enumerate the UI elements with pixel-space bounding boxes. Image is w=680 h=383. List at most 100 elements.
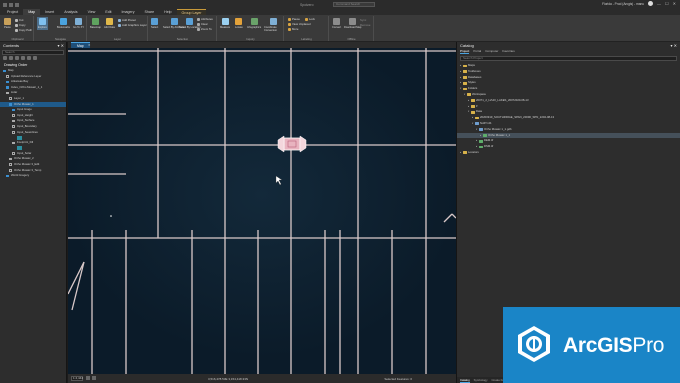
contents-pane-controls[interactable]: ▾ ✕ <box>58 42 64 49</box>
attributes-icon <box>197 17 200 21</box>
zoom-to-selection-button[interactable]: Zoom To <box>197 27 212 31</box>
list-by-selection-icon[interactable] <box>15 56 19 60</box>
copy-path-icon <box>15 28 18 32</box>
contents-search-input[interactable]: Search <box>2 50 64 55</box>
catalog-item[interactable]: ▸ Locators <box>457 150 680 156</box>
window-title: Spotzero <box>300 2 314 7</box>
selected-features-count[interactable]: Selected Features: 0 <box>384 377 412 381</box>
catalog-tree: ▸ Maps ▸ Toolboxes ▸ Databases ▸ Styles ▾ Folders… <box>457 63 680 156</box>
basemap-button[interactable]: Basemap <box>90 18 101 29</box>
add-graphics-layer-button[interactable]: Add Graphics Layer <box>118 23 147 27</box>
navigate-group: Explore Bookmarks Go To XY Navigate <box>35 16 87 41</box>
copy-button[interactable]: Copy <box>15 23 26 27</box>
more-labeling-button[interactable]: More <box>288 27 298 31</box>
add-data-button[interactable]: Add Data <box>104 18 115 29</box>
layer-visibility-checkbox[interactable] <box>12 131 15 134</box>
go-to-xy-button[interactable]: Go To XY <box>73 18 84 29</box>
layer-visibility-checkbox[interactable] <box>12 141 15 145</box>
layer-visibility-checkbox[interactable] <box>6 75 9 78</box>
signed-in-user[interactable]: Florida - Prod (Arcgis) - manu <box>602 2 644 6</box>
select-button[interactable]: Select <box>151 18 158 29</box>
explore-button[interactable]: Explore <box>37 17 48 30</box>
attributes-button[interactable]: Attributes <box>197 17 213 21</box>
remove-button[interactable]: Remove <box>360 23 370 27</box>
contents-title: Contents <box>3 43 20 48</box>
layer-visibility-checkbox[interactable] <box>9 163 12 166</box>
save-icon[interactable] <box>3 2 7 7</box>
map-canvas[interactable] <box>68 48 456 374</box>
map-status-bar: 1:4,444 3,516,478.53E 3,154,418.33N Sele… <box>68 374 456 383</box>
pause-labeling-button[interactable]: Pause <box>288 17 300 21</box>
select-by-attributes-icon <box>170 18 178 25</box>
navigate-caption: Navigate <box>54 37 67 41</box>
layer-visibility-checkbox[interactable] <box>12 108 15 112</box>
list-by-data-source-icon[interactable] <box>9 56 13 60</box>
layer-visibility-checkbox[interactable] <box>12 114 15 117</box>
measure-button[interactable]: Measure <box>220 18 230 29</box>
redo-icon[interactable] <box>15 2 19 7</box>
layer-visibility-checkbox[interactable] <box>6 174 9 178</box>
catalog-tab-computer[interactable]: Computer <box>485 49 498 54</box>
layer-visibility-checkbox[interactable] <box>12 125 15 129</box>
layer-visibility-checkbox[interactable] <box>6 80 9 84</box>
ortho-mosaic-footprint[interactable] <box>277 135 307 153</box>
layer-visibility-checkbox[interactable] <box>12 152 15 155</box>
close-button[interactable]: ✕ <box>673 1 676 6</box>
refresh-icon[interactable] <box>92 376 96 380</box>
coordinate-conversion-button[interactable]: Coordinate Conversion <box>264 18 283 32</box>
layer-visibility-checkbox[interactable] <box>9 97 12 101</box>
paste-button[interactable]: Paste <box>4 18 11 29</box>
copy-path-button[interactable]: Copy Path <box>15 28 32 32</box>
layer-visibility-checkbox[interactable] <box>9 157 12 161</box>
layer-caption: Layer <box>114 37 121 41</box>
list-by-editing-icon[interactable] <box>21 56 25 60</box>
lock-labeling-button[interactable]: Lock <box>305 17 315 21</box>
command-search-input[interactable]: Command Search <box>333 2 375 7</box>
undo-icon[interactable] <box>9 2 13 7</box>
help-icon[interactable] <box>648 1 654 6</box>
minimize-button[interactable]: — <box>657 1 661 6</box>
layer-visibility-checkbox[interactable] <box>9 169 12 172</box>
clear-icon <box>197 22 200 26</box>
infographics-button[interactable]: Infographics <box>247 18 261 29</box>
layer-visibility-checkbox[interactable] <box>6 86 9 89</box>
clear-selection-button[interactable]: Clear <box>197 22 208 26</box>
catalog-tab-project[interactable]: Project <box>460 49 470 54</box>
catalog-header: Catalog ▾ ✕ <box>457 42 680 49</box>
selection-group: Select Select By Attributes Select By Lo… <box>149 16 217 41</box>
catalog-title: Catalog <box>460 43 474 48</box>
list-by-labeling-icon[interactable] <box>33 56 37 60</box>
catalog-pane-controls[interactable]: ▾ ✕ <box>671 42 677 49</box>
view-unplaced-button[interactable]: View Unplaced <box>288 22 311 26</box>
expand-arrow-icon[interactable]: ▸ <box>460 150 461 156</box>
convert-button[interactable]: Convert <box>332 18 341 29</box>
locate-button[interactable]: Locate <box>235 18 243 29</box>
add-preset-button[interactable]: Add Preset <box>118 18 136 22</box>
layer-item[interactable]: World Imagery <box>0 173 66 179</box>
bottom-tab-catalog[interactable]: Catalog <box>460 377 470 383</box>
catalog-tab-favorites[interactable]: Favorites <box>502 49 514 54</box>
select-icon <box>151 18 159 25</box>
catalog-tab-portal[interactable]: Portal <box>473 49 481 54</box>
sync-button[interactable]: Sync <box>360 18 366 22</box>
cut-button[interactable]: Cut <box>15 18 23 22</box>
catalog-search-input[interactable]: Search Project <box>460 56 677 61</box>
layer-visibility-checkbox[interactable] <box>6 91 9 95</box>
maximize-button[interactable]: ☐ <box>665 1 669 6</box>
list-by-drawing-order-icon[interactable] <box>3 56 7 60</box>
layer-visibility-checkbox[interactable] <box>3 69 6 73</box>
layer-visibility-checkbox[interactable] <box>12 119 15 123</box>
raster-icon <box>479 145 483 149</box>
view-unplaced-icon <box>288 22 291 26</box>
bookmarks-button[interactable]: Bookmarks <box>57 18 70 29</box>
arcgis-pro-brand-overlay: ArcGISPro <box>503 307 680 383</box>
folder-icon <box>463 87 467 91</box>
map-view[interactable] <box>68 48 456 374</box>
bottom-tab-symbology[interactable]: Symbology <box>474 377 488 383</box>
list-by-snapping-icon[interactable] <box>27 56 31 60</box>
pause-drawing-icon[interactable] <box>86 376 90 380</box>
download-map-button[interactable]: Download Map <box>344 18 361 29</box>
map-scale-box[interactable]: 1:4,444 <box>71 376 83 381</box>
layer-visibility-checkbox[interactable] <box>9 103 12 106</box>
title-bar: Spotzero Command Search Florida - Prod (… <box>0 0 680 9</box>
